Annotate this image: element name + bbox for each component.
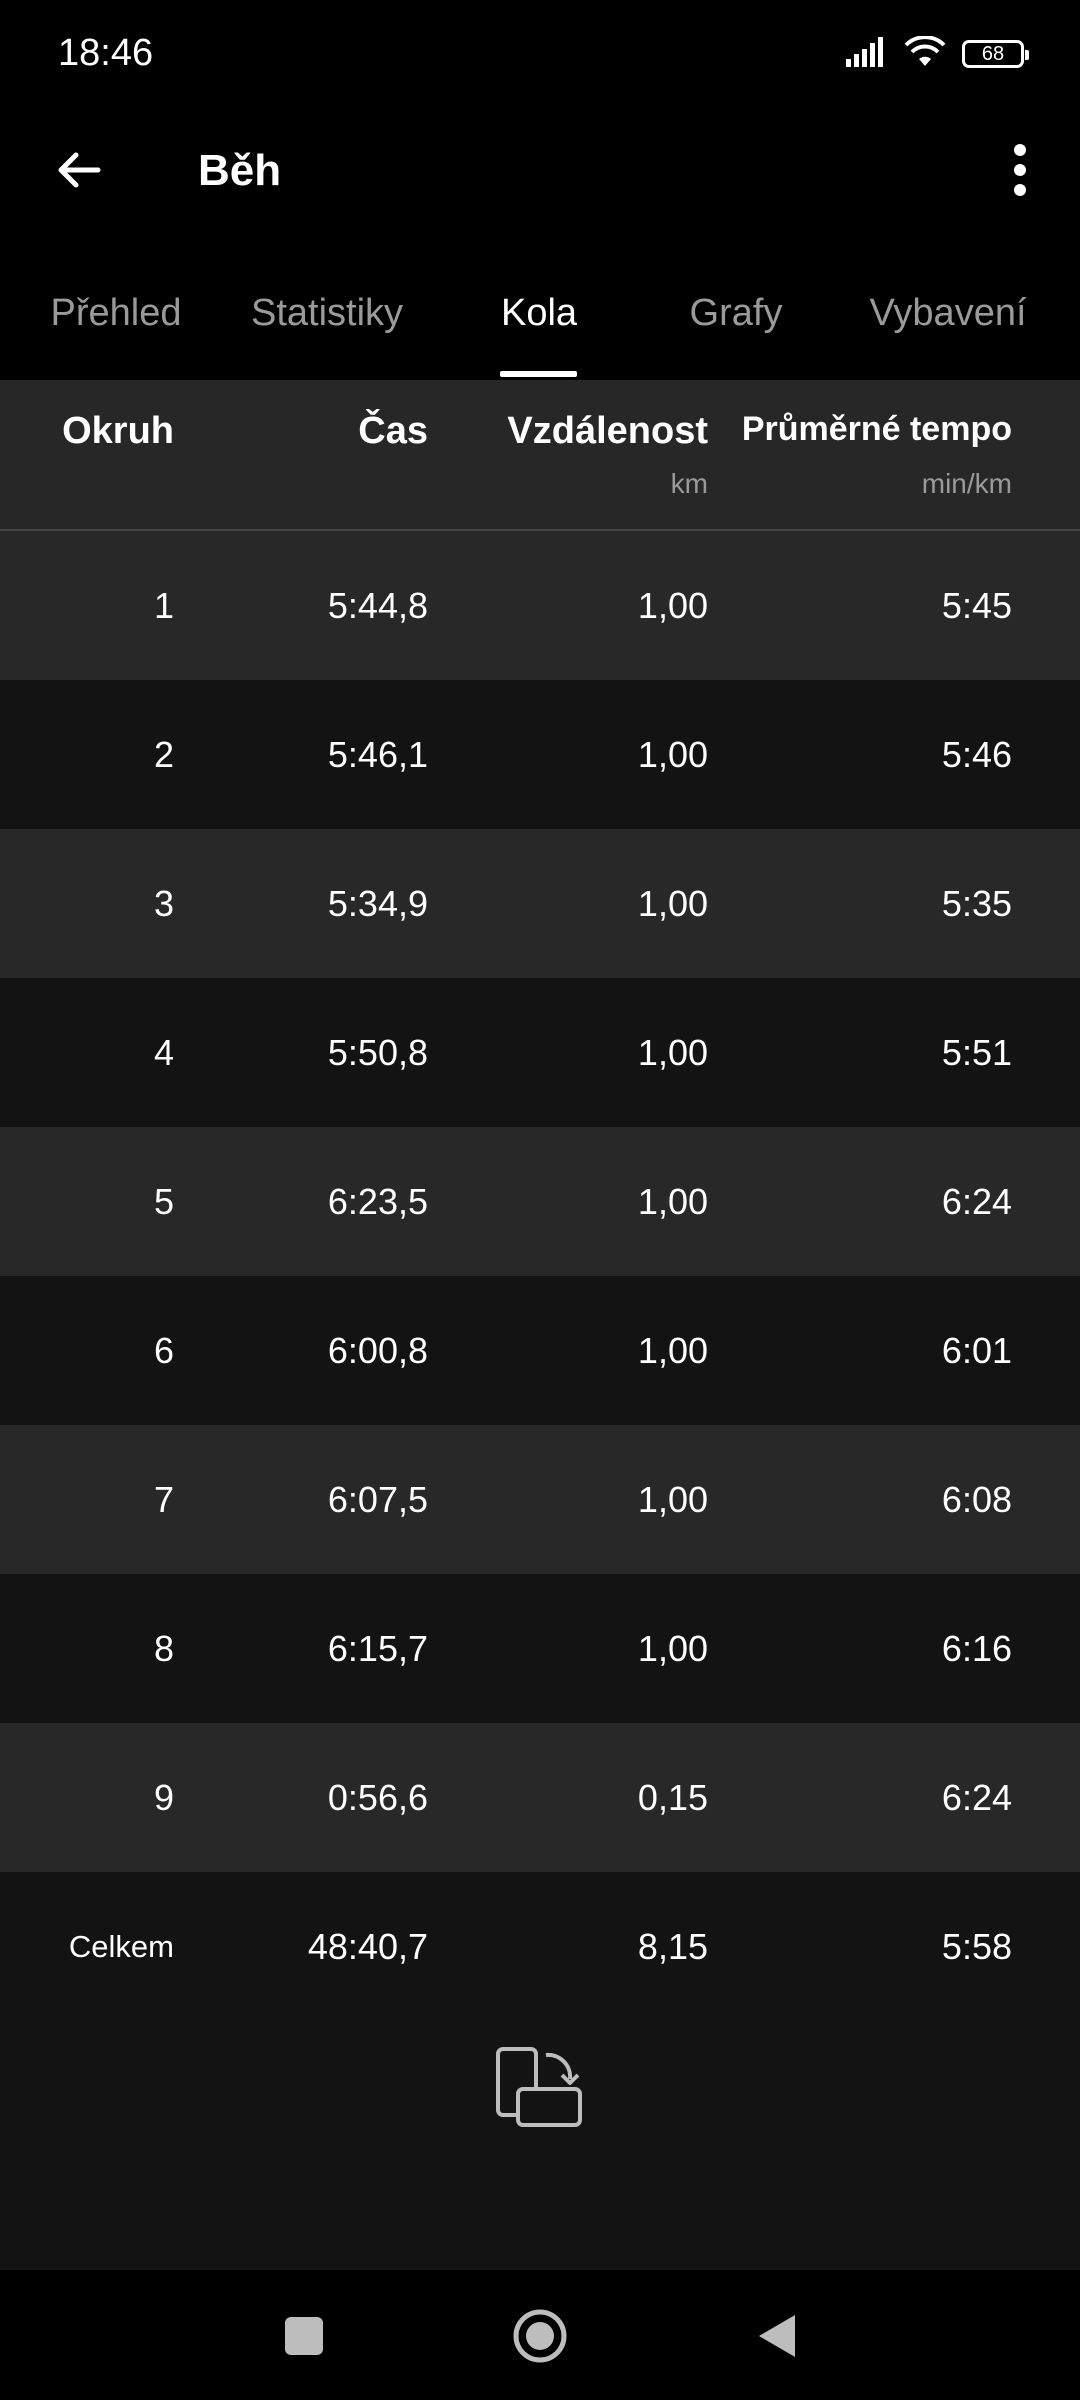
total-time: 48:40,7 (307, 1925, 428, 1967)
table-row: 7 6:07,5 1,00 6:08 (0, 1425, 1080, 1574)
lap-pace: 5:45 (941, 584, 1012, 626)
more-vert-icon (1013, 143, 1027, 202)
lap-pace: 5:46 (941, 733, 1012, 775)
lap-time: 0:56,6 (327, 1776, 428, 1818)
recent-apps-button[interactable] (264, 2298, 344, 2378)
app-bar: Běh (0, 110, 1080, 230)
lap-number: 7 (153, 1478, 174, 1520)
lap-number: 8 (153, 1627, 174, 1669)
signal-icon (846, 36, 888, 72)
lap-number: 2 (153, 733, 174, 775)
header-pace: Průměrné tempo (741, 410, 1012, 448)
tab-statistiky[interactable]: Statistiky (251, 292, 403, 335)
screen-rotation-icon (494, 2045, 586, 2134)
lap-number: 4 (153, 1031, 174, 1073)
table-row: 5 6:23,5 1,00 6:24 (0, 1127, 1080, 1276)
header-time: Čas (358, 410, 428, 452)
lap-time: 6:00,8 (327, 1329, 428, 1371)
header-distance: Vzdálenost (507, 410, 708, 452)
wifi-icon (904, 34, 946, 73)
table-row: 1 5:44,8 1,00 5:45 (0, 531, 1080, 680)
table-row: 9 0:56,6 0,15 6:24 (0, 1723, 1080, 1872)
lap-distance: 1,00 (637, 1627, 708, 1669)
lap-distance: 1,00 (637, 733, 708, 775)
lap-distance: 1,00 (637, 1180, 708, 1222)
lap-pace: 5:35 (941, 882, 1012, 924)
laps-table-body: 1 5:44,8 1,00 5:45 2 5:46,1 1,00 5:46 3 … (0, 531, 1080, 2021)
home-button[interactable] (500, 2298, 580, 2378)
tab-vybaveni[interactable]: Vybavení (869, 292, 1026, 335)
lap-number: 3 (153, 882, 174, 924)
lap-number: 5 (153, 1180, 174, 1222)
laps-table-header: Okruh Čas Vzdálenost km Průměrné tempo m… (0, 380, 1080, 530)
recent-apps-icon (284, 2316, 324, 2361)
table-row: 8 6:15,7 1,00 6:16 (0, 1574, 1080, 1723)
lap-distance: 1,00 (637, 1329, 708, 1371)
lap-time: 5:34,9 (327, 882, 428, 924)
total-pace: 5:58 (941, 1925, 1012, 1967)
header-pace-unit: min/km (921, 468, 1012, 499)
lap-time: 6:07,5 (327, 1478, 428, 1520)
lap-time: 6:23,5 (327, 1180, 428, 1222)
lap-distance: 1,00 (637, 1478, 708, 1520)
status-bar: 18:46 68 (0, 0, 1080, 110)
lap-pace: 6:24 (941, 1776, 1012, 1818)
tab-prehled[interactable]: Přehled (51, 292, 182, 335)
battery-icon: 68 (962, 40, 1029, 68)
rotate-screen-button[interactable] (490, 2039, 590, 2139)
lap-pace: 6:01 (941, 1329, 1012, 1371)
status-time: 18:46 (58, 32, 154, 74)
nav-back-button[interactable] (736, 2298, 816, 2378)
lap-number: 9 (153, 1776, 174, 1818)
tab-kola[interactable]: Kola (501, 292, 577, 335)
total-distance: 8,15 (637, 1925, 708, 1967)
back-icon (755, 2313, 797, 2364)
system-nav-bar (0, 2270, 1080, 2400)
tab-bar: Přehled Statistiky Kola Grafy Vybavení (0, 250, 1080, 380)
more-options-button[interactable] (980, 132, 1060, 212)
active-tab-indicator (500, 371, 577, 377)
lap-pace: 5:51 (941, 1031, 1012, 1073)
battery-level: 68 (981, 42, 1005, 65)
lap-time: 6:15,7 (327, 1627, 428, 1669)
table-row: 6 6:00,8 1,00 6:01 (0, 1276, 1080, 1425)
tab-grafy[interactable]: Grafy (690, 292, 783, 335)
lap-time: 5:50,8 (327, 1031, 428, 1073)
lap-distance: 1,00 (637, 584, 708, 626)
lap-pace: 6:16 (941, 1627, 1012, 1669)
lap-distance: 1,00 (637, 882, 708, 924)
lap-number: 1 (153, 584, 174, 626)
lap-time: 5:44,8 (327, 584, 428, 626)
header-lap: Okruh (62, 410, 174, 452)
lap-pace: 6:24 (941, 1180, 1012, 1222)
table-row: 2 5:46,1 1,00 5:46 (0, 680, 1080, 829)
lap-distance: 1,00 (637, 1031, 708, 1073)
status-icons: 68 (846, 34, 1029, 74)
total-label: Celkem (68, 1928, 174, 1964)
table-row: 4 5:50,8 1,00 5:51 (0, 978, 1080, 1127)
lap-time: 5:46,1 (327, 733, 428, 775)
arrow-left-icon (54, 146, 102, 199)
header-distance-unit: km (670, 468, 708, 499)
lap-number: 6 (153, 1329, 174, 1371)
page-title: Běh (198, 146, 282, 195)
home-icon (512, 2308, 568, 2369)
rotate-area (0, 1999, 1080, 2270)
lap-distance: 0,15 (637, 1776, 708, 1818)
back-button[interactable] (38, 132, 118, 212)
lap-pace: 6:08 (941, 1478, 1012, 1520)
table-row: 3 5:34,9 1,00 5:35 (0, 829, 1080, 978)
